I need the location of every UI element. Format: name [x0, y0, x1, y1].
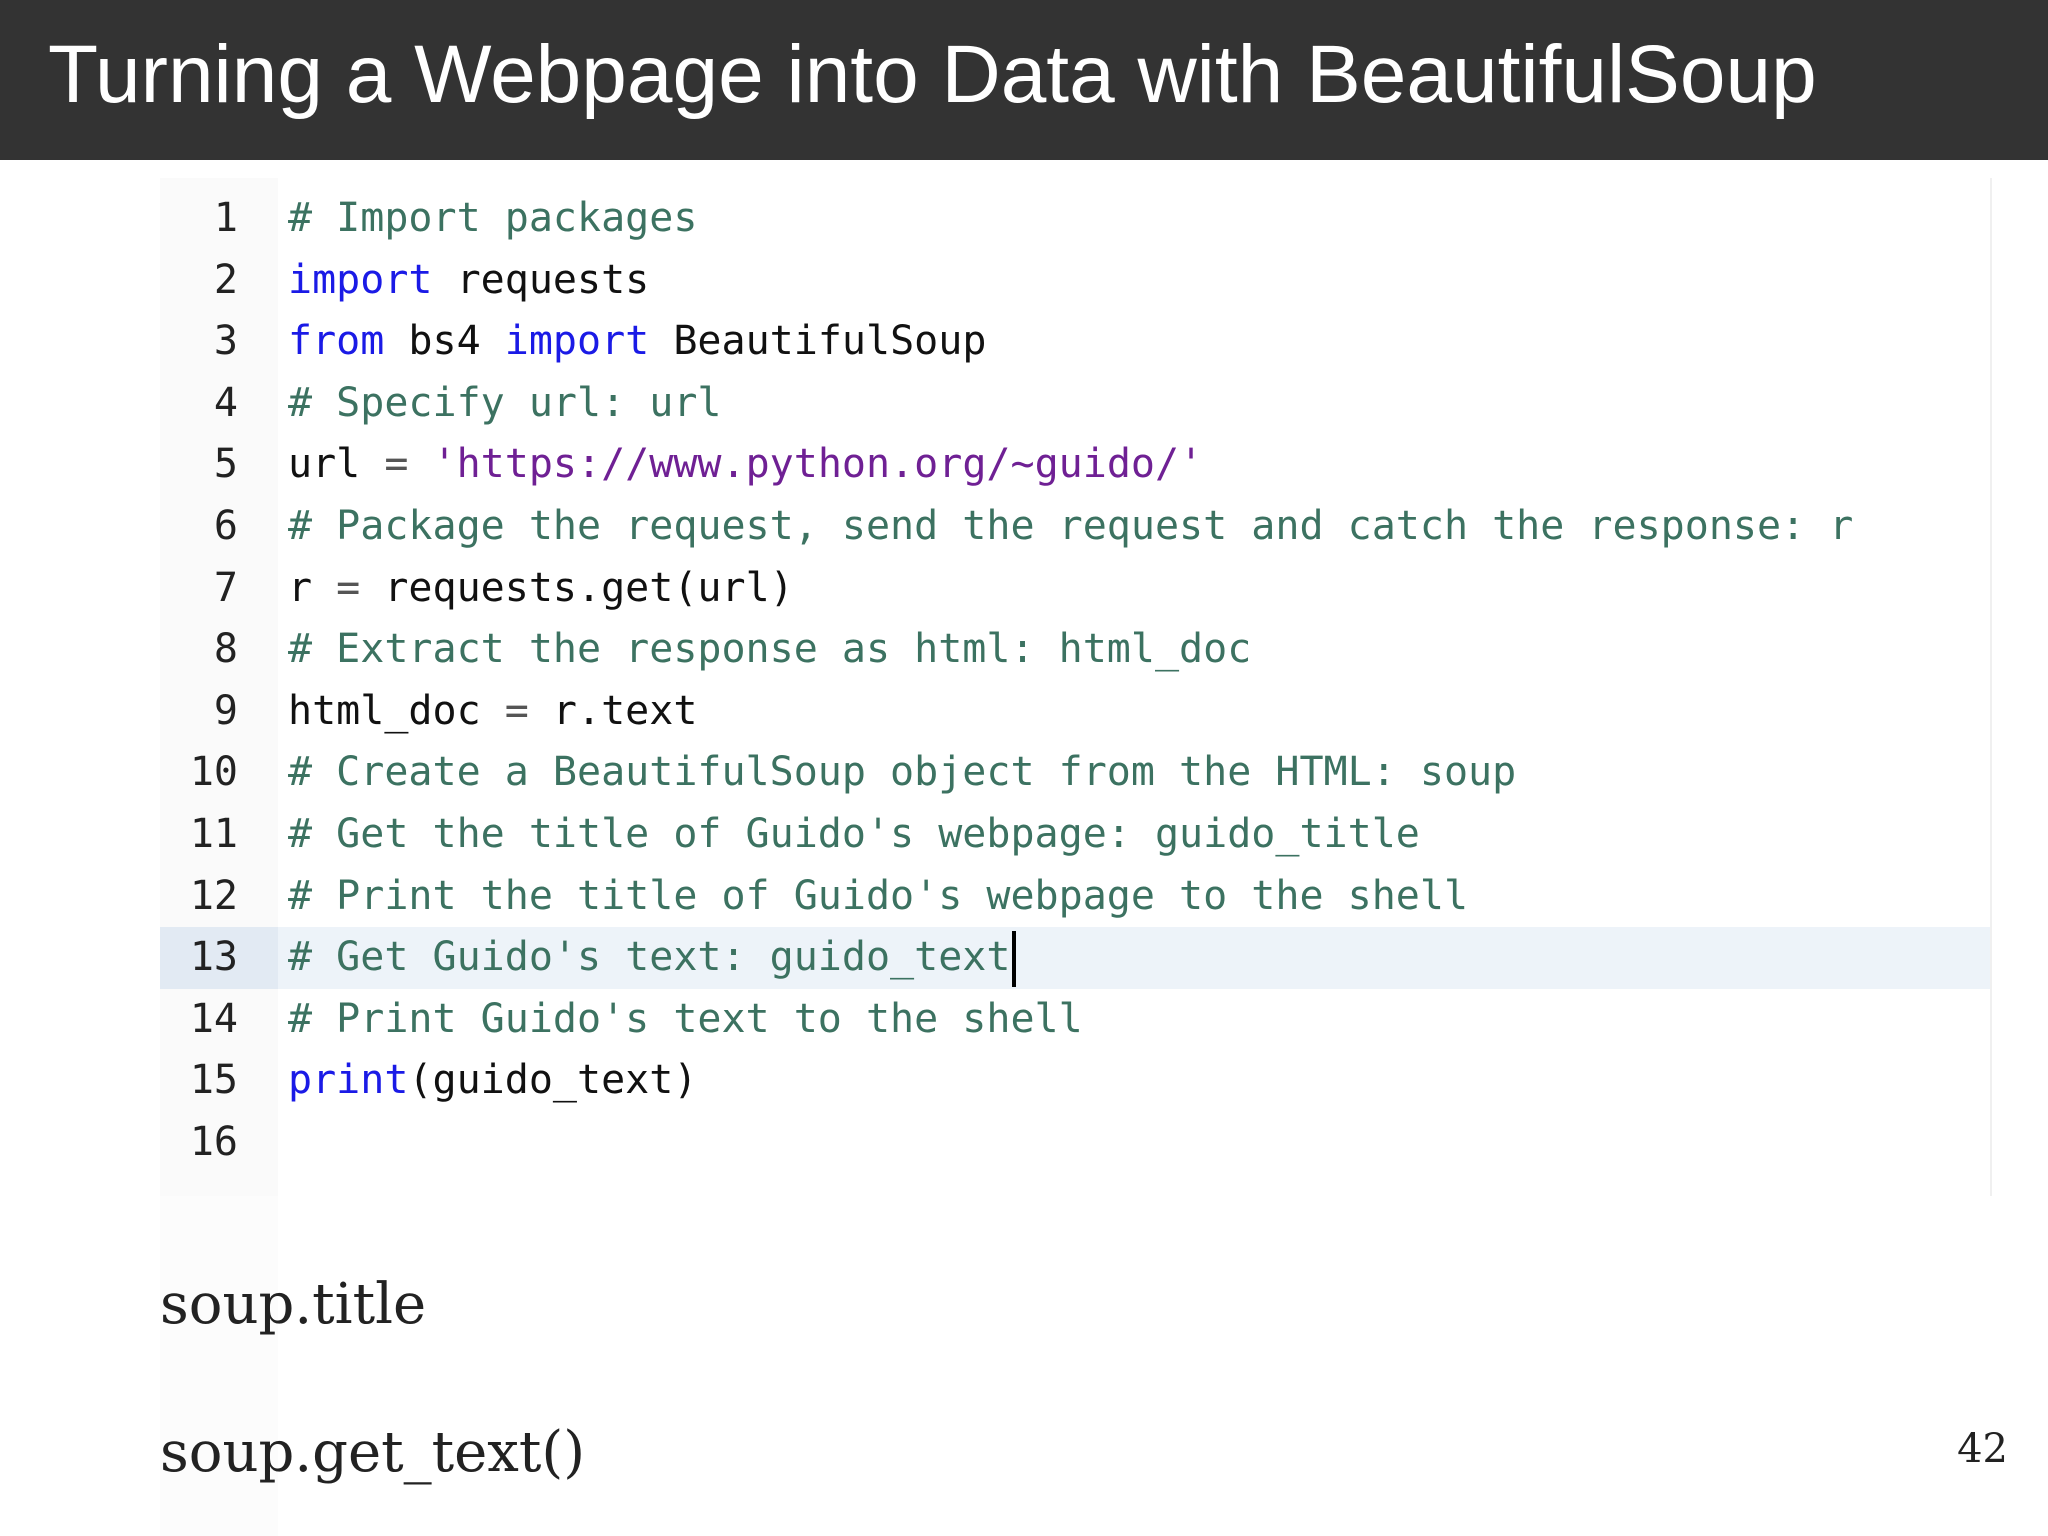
code-token-comment: # Print Guido's text to the shell	[288, 995, 1083, 1042]
code-line[interactable]: 16	[160, 1112, 1990, 1174]
title-bar: Turning a Webpage into Data with Beautif…	[0, 0, 2048, 160]
code-line[interactable]: 6 # Package the request, send the request…	[160, 496, 1990, 558]
line-code[interactable]: print(guido_text)	[288, 1050, 697, 1112]
slide-title: Turning a Webpage into Data with Beautif…	[48, 29, 1817, 120]
code-lines: 1 # Import packages 2 import requests 3 from …	[160, 188, 1990, 1174]
page-number: 42	[1957, 1426, 2008, 1472]
code-line[interactable]: 7 r = requests.get(url)	[160, 558, 1990, 620]
code-line[interactable]: 15 print(guido_text)	[160, 1050, 1990, 1112]
line-code[interactable]: url = 'https://www.python.org/~guido/'	[288, 434, 1203, 496]
line-code[interactable]: # Create a BeautifulSoup object from the…	[288, 742, 1516, 804]
code-token-plain: bs4	[384, 318, 505, 365]
code-token-op: =	[504, 687, 529, 734]
line-code[interactable]: # Print the title of Guido's webpage to …	[288, 866, 1468, 928]
line-number: 16	[189, 1118, 238, 1165]
code-line[interactable]: 5 url = 'https://www.python.org/~guido/'	[160, 434, 1990, 496]
line-code[interactable]: # Package the request, send the request …	[288, 496, 1853, 558]
code-line[interactable]: 13 # Get Guido's text: guido_text	[160, 927, 1990, 989]
note-soup-get-text: soup.get_text()	[160, 1420, 586, 1485]
line-number: 8	[213, 626, 238, 673]
line-number: 2	[213, 256, 238, 303]
code-token-keyword: from	[288, 318, 385, 365]
code-token-comment: # Get the title of Guido's webpage: guid…	[288, 810, 1420, 857]
code-token-keyword: import	[288, 256, 433, 303]
line-number: 6	[213, 502, 238, 549]
code-token-comment: # Get Guido's text: guido_text	[288, 934, 1011, 981]
line-number: 13	[160, 927, 278, 989]
code-token-keyword: print	[288, 1057, 409, 1104]
code-token-plain: (guido_text)	[408, 1057, 698, 1104]
code-token-comment: # Specify url: url	[288, 379, 722, 426]
code-token-plain: requests	[432, 256, 650, 303]
code-token-plain: r	[288, 564, 337, 611]
line-number: 14	[189, 995, 238, 1042]
code-line[interactable]: 12 # Print the title of Guido's webpage t…	[160, 866, 1990, 928]
code-line[interactable]: 10 # Create a BeautifulSoup object from t…	[160, 742, 1990, 804]
code-token-plain: r.text	[528, 687, 698, 734]
line-code[interactable]: # Import packages	[288, 188, 697, 250]
note-soup-title: soup.title	[160, 1272, 427, 1337]
line-code[interactable]: r = requests.get(url)	[288, 558, 794, 620]
code-line[interactable]: 9 html_doc = r.text	[160, 681, 1990, 743]
line-number: 4	[213, 379, 238, 426]
line-code[interactable]: # Extract the response as html: html_doc	[288, 619, 1251, 681]
code-token-plain: BeautifulSoup	[649, 318, 987, 365]
line-number: 7	[213, 564, 238, 611]
line-number: 10	[189, 749, 238, 796]
code-line[interactable]: 2 import requests	[160, 250, 1990, 312]
code-token-plain: requests.get(url)	[360, 564, 794, 611]
line-code[interactable]: from bs4 import BeautifulSoup	[288, 311, 986, 373]
code-token-comment: # Extract the response as html: html_doc	[288, 626, 1252, 673]
line-code[interactable]: # Print Guido's text to the shell	[288, 989, 1083, 1051]
line-code[interactable]: # Get Guido's text: guido_text	[288, 927, 1017, 989]
line-code[interactable]: html_doc = r.text	[288, 681, 697, 743]
line-code[interactable]: # Get the title of Guido's webpage: guid…	[288, 804, 1420, 866]
line-code[interactable]: import requests	[288, 250, 649, 312]
code-token-keyword: import	[504, 318, 650, 365]
code-token-op: =	[336, 564, 361, 611]
code-token-comment: # Package the request, send the request …	[288, 502, 1854, 549]
code-token-comment: # Import packages	[288, 195, 698, 241]
code-token-plain: url	[288, 441, 385, 488]
line-number: 15	[189, 1057, 238, 1104]
code-editor[interactable]: 1 # Import packages 2 import requests 3 from …	[160, 178, 1992, 1196]
code-token-plain: html_doc	[288, 687, 505, 734]
line-number: 12	[189, 872, 238, 919]
line-number: 1	[213, 195, 238, 241]
code-line[interactable]: 4 # Specify url: url	[160, 373, 1990, 435]
code-token-op: =	[384, 441, 409, 488]
code-line[interactable]: 3 from bs4 import BeautifulSoup	[160, 311, 1990, 373]
text-cursor	[1012, 931, 1017, 988]
code-token-comment: # Print the title of Guido's webpage to …	[288, 872, 1469, 919]
slide: Turning a Webpage into Data with Beautif…	[0, 0, 2048, 1536]
line-number: 11	[189, 810, 238, 857]
code-line[interactable]: 1 # Import packages	[160, 188, 1990, 250]
line-code[interactable]: # Specify url: url	[288, 373, 721, 435]
line-number: 3	[213, 318, 238, 365]
line-number: 9	[213, 687, 238, 734]
code-token-string: 'https://www.python.org/~guido/'	[432, 441, 1204, 488]
code-line[interactable]: 14 # Print Guido's text to the shell	[160, 989, 1990, 1051]
code-token-comment: # Create a BeautifulSoup object from the…	[288, 749, 1517, 796]
code-line[interactable]: 8 # Extract the response as html: html_do…	[160, 619, 1990, 681]
line-number: 5	[213, 441, 238, 488]
code-line[interactable]: 11 # Get the title of Guido's webpage: gu…	[160, 804, 1990, 866]
